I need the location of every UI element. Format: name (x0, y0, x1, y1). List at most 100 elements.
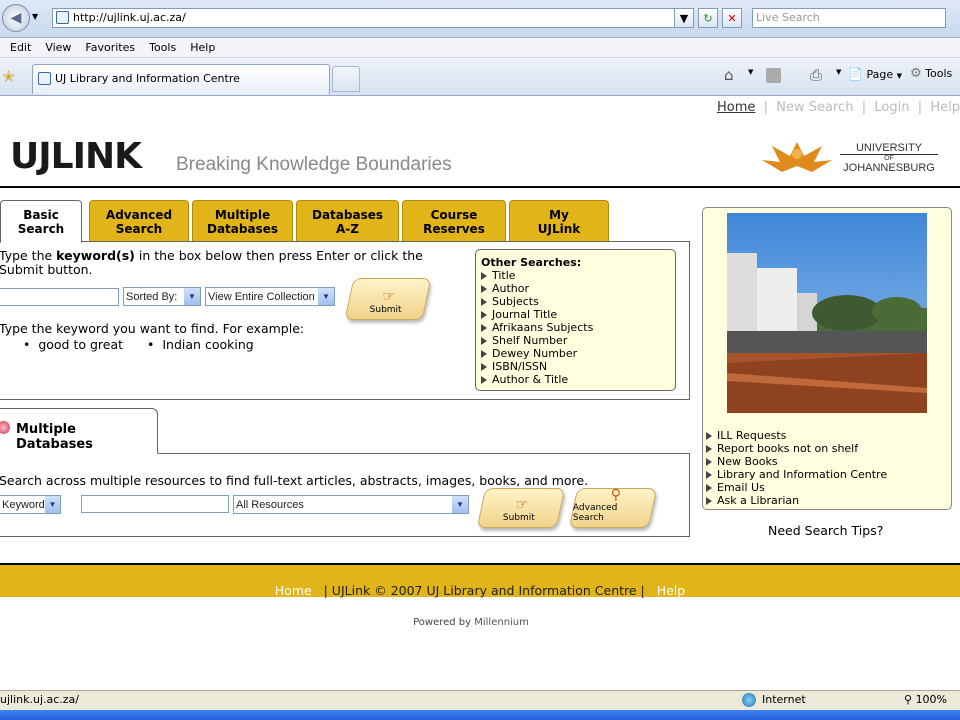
menu-view[interactable]: View (45, 38, 71, 58)
back-icon[interactable]: ◀ (2, 4, 30, 32)
other-search-dewey-number[interactable]: Dewey Number (481, 347, 670, 360)
favorites-star-icon[interactable]: ✭ (2, 67, 15, 86)
multi-db-tab[interactable]: Multiple Databases (0, 408, 158, 454)
other-search-shelf-number[interactable]: Shelf Number (481, 334, 670, 347)
page-menu[interactable]: 📄 Page ▼ (848, 64, 902, 86)
example-text: Type the keyword you want to find. For e… (0, 321, 305, 336)
chevron-down-icon: ▼ (44, 496, 60, 513)
sidebar-link-label: New Books (717, 455, 778, 468)
menu-bar: Edit View Favorites Tools Help (0, 38, 960, 58)
gear-icon: ⚙ (910, 66, 922, 81)
arrow-right-icon (481, 272, 487, 280)
tab-label-line1: Multiple (214, 208, 271, 222)
other-search-isbn-issn[interactable]: ISBN/ISSN (481, 360, 670, 373)
multi-submit-button[interactable]: ☞ Submit (476, 488, 566, 528)
sidebar-link-library-centre[interactable]: Library and Information Centre (706, 468, 887, 481)
ujlink-logo: UJLINK (10, 135, 142, 179)
print-dropdown-icon[interactable]: ▼ (836, 68, 841, 76)
menu-favorites[interactable]: Favorites (85, 38, 135, 58)
live-search-input[interactable]: Live Search (752, 8, 946, 28)
other-search-title[interactable]: Title (481, 269, 670, 282)
search-tabs: Basic Search Advanced Search Multiple Datab… (0, 200, 612, 243)
sidebar-link-email[interactable]: Email Us (706, 481, 887, 494)
basic-search-panel: Type the keyword(s) in the box below the… (0, 241, 690, 400)
tab-basic-search[interactable]: Basic Search (0, 200, 82, 243)
keyword-input[interactable] (0, 288, 119, 306)
stop-icon[interactable]: ✕ (722, 8, 742, 28)
help-link[interactable]: Help (930, 100, 960, 115)
multi-db-tab-label: Multiple Databases (16, 422, 93, 452)
sidebar-link-report-books[interactable]: Report books not on shelf (706, 442, 887, 455)
keyword-type-select[interactable]: Keyword ▼ (0, 495, 61, 514)
address-field[interactable]: http://ujlink.uj.ac.za/ (52, 8, 692, 28)
history-dropdown-icon[interactable]: ▼ (32, 12, 38, 21)
tools-menu[interactable]: ⚙ Tools (910, 64, 952, 84)
advanced-search-button[interactable]: ⚲ Advanced Search (568, 487, 658, 528)
other-search-label: Author (492, 282, 530, 295)
menu-edit[interactable]: Edit (10, 38, 31, 58)
separator: | (759, 100, 777, 115)
tab-label-line2: A-Z (336, 222, 359, 236)
home-dropdown-icon[interactable]: ▼ (748, 68, 753, 76)
footer-text: Home | UJLink © 2007 UJ Library and Info… (0, 583, 960, 598)
tab-course-reserves[interactable]: Course Reserves (402, 200, 506, 242)
hand-pointer-icon: ☞ (515, 497, 528, 513)
zone-label: Internet (762, 693, 806, 706)
search-tips-link[interactable]: Need Search Tips? (768, 523, 883, 538)
footer-home-link[interactable]: Home (275, 583, 312, 598)
collection-select[interactable]: View Entire Collection ▼ (205, 287, 335, 306)
collection-value: View Entire Collection (208, 290, 315, 303)
browser-tab-active[interactable]: UJ Library and Information Centre (32, 64, 330, 94)
sorted-by-select[interactable]: Sorted By: ▼ (123, 287, 201, 306)
arrow-right-icon (481, 285, 487, 293)
footer-help-link[interactable]: Help (657, 583, 686, 598)
other-search-label: ISBN/ISSN (492, 360, 548, 373)
zoom-control[interactable]: ⚲ 100% (904, 691, 947, 709)
sidebar-link-ask-librarian[interactable]: Ask a Librarian (706, 494, 887, 507)
instr-line2: Submit button. (0, 262, 93, 277)
other-search-label: Title (492, 269, 516, 282)
other-search-author-title[interactable]: Author & Title (481, 373, 670, 386)
tab-multiple-databases[interactable]: Multiple Databases (192, 200, 293, 242)
powered-by-label: Powered by (413, 617, 475, 628)
multi-submit-label: Submit (502, 513, 535, 523)
arrow-right-icon (706, 497, 712, 505)
menu-tools[interactable]: Tools (149, 38, 176, 58)
uj-crest-icon (762, 142, 832, 172)
refresh-icon[interactable]: ↻ (698, 8, 718, 28)
menu-help[interactable]: Help (190, 38, 215, 58)
multi-search-input[interactable] (81, 495, 229, 513)
new-search-link[interactable]: New Search (776, 100, 853, 115)
arrow-right-icon (481, 311, 487, 319)
sidebar-link-new-books[interactable]: New Books (706, 455, 887, 468)
millennium-link[interactable]: Millennium (474, 617, 529, 628)
tab-advanced-search[interactable]: Advanced Search (89, 200, 189, 242)
other-search-subjects[interactable]: Subjects (481, 295, 670, 308)
feeds-icon[interactable] (766, 68, 781, 83)
globe-icon (742, 693, 756, 707)
address-dropdown-icon[interactable]: ▼ (674, 8, 694, 28)
address-toolbar: ◀ ▼ http://ujlink.uj.ac.za/ ▼ ↻ ✕ Live S… (0, 0, 960, 38)
instr-post: in the box below then press Enter or cli… (134, 248, 423, 263)
other-search-author[interactable]: Author (481, 282, 670, 295)
other-search-afrikaans-subjects[interactable]: Afrikaans Subjects (481, 321, 670, 334)
other-search-journal-title[interactable]: Journal Title (481, 308, 670, 321)
login-link[interactable]: Login (874, 100, 909, 115)
example-item: • Indian cooking (147, 337, 254, 352)
tab-my-ujlink[interactable]: My UJLink (509, 200, 609, 242)
resources-select[interactable]: All Resources ▼ (233, 495, 469, 514)
arrow-right-icon (481, 350, 487, 358)
tab-label-line2: Search (17, 222, 65, 236)
magnifier-icon: ⚲ (610, 487, 621, 503)
home-link[interactable]: Home (717, 100, 755, 115)
submit-button[interactable]: ☞ Submit (344, 278, 432, 320)
print-icon[interactable]: ⎙ (810, 66, 822, 84)
sidebar-link-ill[interactable]: ILL Requests (706, 429, 887, 442)
home-icon[interactable]: ⌂ (724, 66, 734, 84)
zoom-value: 100% (915, 693, 948, 706)
new-tab-button[interactable] (332, 66, 360, 92)
logo-text: UJLINK (10, 136, 142, 177)
tab-databases-az[interactable]: Databases A-Z (296, 200, 399, 242)
status-url: ujlink.uj.ac.za/ (0, 693, 80, 706)
multi-db-description: Search across multiple resources to find… (0, 473, 589, 488)
